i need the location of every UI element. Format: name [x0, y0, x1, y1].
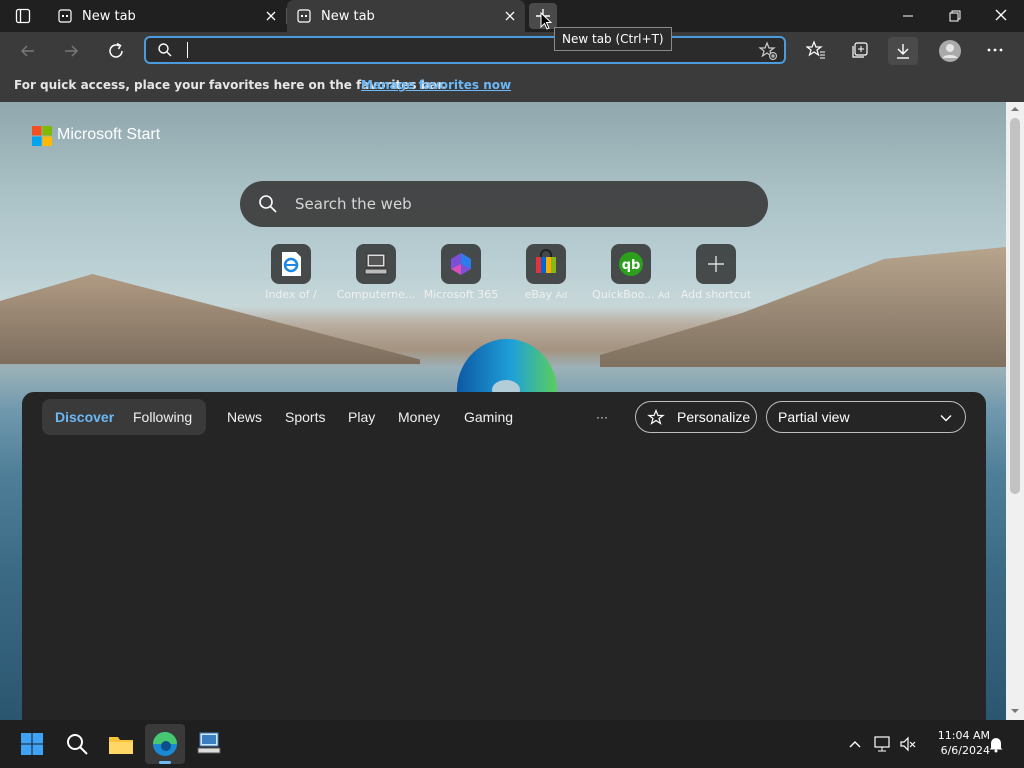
minimize-icon	[903, 15, 913, 17]
feed-nav-more[interactable]: ···	[596, 410, 608, 424]
taskbar-edge-button[interactable]	[145, 724, 185, 764]
restore-button[interactable]	[943, 6, 967, 26]
computer-icon	[364, 253, 388, 275]
active-app-indicator	[159, 761, 171, 764]
feed-nav-play[interactable]: Play	[348, 409, 375, 425]
back-arrow-icon[interactable]	[18, 41, 38, 61]
search-placeholder: Search the web	[295, 195, 412, 213]
search-icon	[158, 43, 172, 57]
new-tab-tooltip: New tab (Ctrl+T)	[554, 27, 672, 51]
search-icon	[259, 195, 277, 213]
profile-avatar-icon[interactable]	[938, 39, 962, 63]
taskbar-clock[interactable]: 11:04 AM 6/6/2024	[920, 728, 990, 758]
shortcut-label: Index of /	[265, 288, 317, 301]
shortcut-tile[interactable]	[356, 244, 396, 284]
clock-time: 11:04 AM	[937, 729, 990, 742]
edge-logo-icon	[456, 338, 557, 394]
collections-icon[interactable]	[850, 40, 870, 60]
shortcut-label: QuickBoo... Ad	[592, 288, 670, 301]
close-icon	[995, 9, 1007, 21]
download-icon	[897, 44, 909, 59]
background-hills	[600, 247, 1006, 367]
close-tab-icon[interactable]	[264, 9, 278, 23]
feed-nav-news[interactable]: News	[227, 409, 262, 425]
windows-start-icon[interactable]	[20, 732, 44, 756]
text-caret	[187, 42, 188, 58]
shortcut-tile[interactable]: qb	[611, 244, 651, 284]
manage-favorites-link[interactable]: Manage favorites now	[361, 78, 511, 92]
new-tab-page-icon	[58, 9, 72, 23]
personalize-label: Personalize	[677, 409, 751, 425]
feed-nav-money[interactable]: Money	[398, 409, 440, 425]
news-feed-panel	[22, 392, 986, 720]
tab-label: New tab	[321, 8, 375, 24]
restore-icon	[949, 10, 961, 22]
ie-doc-icon	[282, 252, 301, 276]
personalize-button[interactable]: Personalize	[635, 401, 757, 433]
ebay-bag-icon	[536, 249, 556, 273]
minimize-button[interactable]	[896, 6, 920, 26]
scroll-up-arrow-icon[interactable]	[1010, 104, 1020, 114]
add-shortcut-button[interactable]	[696, 244, 736, 284]
svg-text:qb: qb	[622, 258, 641, 273]
shortcut-tile[interactable]	[271, 244, 311, 284]
mouse-cursor-icon	[540, 12, 553, 30]
tab-label: New tab	[82, 8, 136, 24]
shortcut-label: Computerne...	[336, 288, 416, 301]
m365-icon	[451, 253, 471, 275]
shortcut-tile[interactable]	[526, 244, 566, 284]
volume-muted-icon[interactable]	[899, 735, 917, 753]
brand-title[interactable]: Microsoft Start	[57, 126, 160, 144]
favorites-icon[interactable]	[806, 40, 826, 60]
chevron-down-icon	[940, 415, 952, 422]
scrollbar-thumb[interactable]	[1010, 118, 1020, 494]
edge-icon	[153, 732, 177, 756]
tab-actions-icon[interactable]	[15, 8, 31, 24]
favorites-bar: For quick access, place your favorites h…	[0, 70, 1024, 102]
chevron-up-icon[interactable]	[847, 736, 863, 752]
file-explorer-icon[interactable]	[108, 732, 134, 756]
close-tab-icon[interactable]	[503, 9, 517, 23]
shortcut-tile[interactable]	[441, 244, 481, 284]
add-favorite-star-icon[interactable]	[758, 41, 778, 61]
close-window-button[interactable]	[989, 6, 1013, 26]
sparkle-star-icon	[647, 409, 665, 425]
new-tab-page-icon	[297, 9, 311, 23]
refresh-icon[interactable]	[106, 41, 126, 61]
shortcut-label: Microsoft 365	[423, 288, 499, 301]
address-bar[interactable]	[144, 36, 786, 64]
more-options-icon[interactable]	[985, 40, 1005, 60]
clock-date: 6/6/2024	[940, 744, 990, 757]
shortcut-label: Add shortcut	[680, 288, 752, 301]
tab-new-tab-1[interactable]: New tab	[48, 0, 286, 32]
shortcut-label: eBay Ad	[524, 288, 568, 301]
plus-icon	[708, 256, 724, 272]
notification-bell-icon[interactable]	[987, 735, 1005, 753]
view-mode-value: Partial view	[778, 409, 850, 425]
forward-arrow-icon[interactable]	[61, 41, 81, 61]
feed-nav-sports[interactable]: Sports	[285, 409, 325, 425]
tab-following[interactable]: Following	[133, 409, 192, 425]
search-icon[interactable]	[65, 732, 89, 756]
quickbooks-icon: qb	[619, 252, 643, 276]
remote-desktop-icon[interactable]	[197, 731, 221, 757]
tab-discover[interactable]: Discover	[55, 409, 114, 425]
feed-nav-gaming[interactable]: Gaming	[464, 409, 513, 425]
tab-new-tab-2[interactable]: New tab	[287, 0, 525, 32]
downloads-button[interactable]	[888, 37, 918, 65]
view-mode-dropdown[interactable]: Partial view	[766, 401, 966, 433]
scroll-down-arrow-icon[interactable]	[1010, 706, 1020, 716]
microsoft-logo-icon	[32, 126, 52, 146]
network-icon[interactable]	[873, 735, 891, 753]
